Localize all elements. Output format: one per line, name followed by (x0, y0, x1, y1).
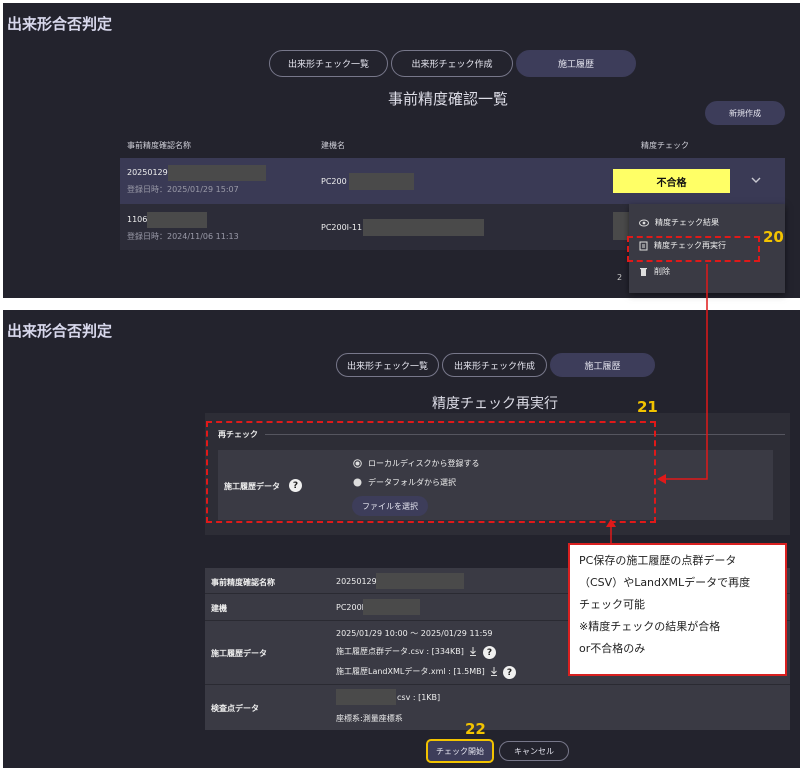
trash-icon (639, 267, 648, 277)
row-name: 20250129 (127, 168, 168, 177)
note-line: PC保存の施工履歴の点群データ (579, 554, 737, 567)
help-icon[interactable]: ? (503, 666, 516, 679)
history-file-xml[interactable]: 施工履歴LandXMLデータ.xml : [1.5MB] (336, 666, 498, 677)
highlight-box-20 (627, 236, 760, 262)
download-icon[interactable] (469, 647, 477, 656)
row-machine: PC200 (321, 177, 347, 186)
callout-number-21: 21 (637, 398, 658, 416)
chevron-down-icon[interactable] (750, 175, 762, 185)
row-divider (205, 684, 790, 685)
info-history-period: 2025/01/29 10:00 ～ 2025/01/29 11:59 (336, 629, 493, 638)
file-label: 施工履歴LandXMLデータ.xml : [1.5MB] (336, 667, 485, 676)
page-title-bottom: 精度チェック再実行 (432, 396, 558, 412)
page-title-top: 事前精度確認一覧 (388, 90, 509, 108)
redacted-block (147, 212, 207, 228)
redacted-block (363, 219, 484, 236)
info-value-name: 20250129_ (336, 577, 381, 586)
top-tabs: 出来形チェック一覧 出来形チェック作成 施工履歴 (269, 50, 636, 77)
tab-check-list[interactable]: 出来形チェック一覧 (269, 50, 388, 77)
history-file-csv[interactable]: 施工履歴点群データ.csv : [334KB] (336, 646, 477, 657)
info-label-name: 事前精度確認名称 (211, 578, 275, 587)
info-check-file: csv : [1KB] (397, 693, 441, 702)
info-label-check: 検査点データ (211, 704, 259, 713)
info-value-machine: PC200I (336, 603, 365, 612)
note-box: PC保存の施工履歴の点群データ （CSV）やLandXMLデータで再度 チェック… (568, 543, 787, 676)
redacted-block (349, 173, 414, 190)
callout-number-22: 22 (465, 720, 486, 738)
menu-item-delete[interactable]: 削除 (639, 266, 670, 277)
tab-check-create[interactable]: 出来形チェック作成 (442, 353, 547, 377)
tab-history[interactable]: 施工履歴 (516, 50, 636, 77)
check-start-button[interactable]: チェック開始 (426, 739, 494, 763)
column-header-machine: 建機名 (321, 141, 345, 150)
cancel-button[interactable]: キャンセル (499, 741, 569, 761)
note-line: ※精度チェックの結果が合格 (579, 620, 721, 633)
info-label-history: 施工履歴データ (211, 649, 267, 658)
info-label-machine: 建機 (211, 604, 227, 613)
file-label: 施工履歴点群データ.csv : [334KB] (336, 647, 464, 656)
note-line: チェック可能 (579, 598, 645, 611)
row-name: 1106 (127, 215, 148, 224)
new-create-button[interactable]: 新規作成 (705, 101, 785, 125)
status-badge: 不合格 (613, 169, 730, 193)
download-icon[interactable] (490, 667, 498, 676)
app-title-bottom: 出来形合否判定 (7, 322, 113, 340)
tab-check-list[interactable]: 出来形チェック一覧 (336, 353, 439, 377)
tab-check-create[interactable]: 出来形チェック作成 (391, 50, 513, 77)
menu-label: 精度チェック結果 (655, 218, 719, 227)
row-date: 登録日時：2024/11/06 11:13 (127, 232, 239, 241)
note-line: or不合格のみ (579, 642, 646, 655)
redacted-block (376, 573, 464, 589)
redacted-block (168, 165, 266, 181)
eye-icon (639, 219, 649, 227)
redacted-block (336, 689, 396, 705)
column-header-check: 精度チェック (641, 141, 689, 150)
help-icon[interactable]: ? (483, 646, 496, 659)
row-machine: PC200I-11 (321, 223, 363, 232)
app-title-top: 出来形合否判定 (7, 15, 113, 33)
bottom-tabs: 出来形チェック一覧 出来形チェック作成 施工履歴 (336, 353, 655, 377)
menu-label: 削除 (654, 267, 670, 276)
info-check-coord: 座標系:測量座標系 (336, 714, 403, 723)
callout-number-20: 20 (763, 228, 784, 246)
row-date: 登録日時：2025/01/29 15:07 (127, 185, 239, 194)
redacted-block (363, 599, 420, 615)
column-header-name: 事前精度確認名称 (127, 141, 191, 150)
note-line: （CSV）やLandXMLデータで再度 (579, 576, 751, 589)
partial-text: 2 (617, 273, 623, 282)
highlight-box-21 (206, 421, 656, 523)
tab-history[interactable]: 施工履歴 (550, 353, 655, 377)
menu-item-result[interactable]: 精度チェック結果 (639, 217, 719, 228)
